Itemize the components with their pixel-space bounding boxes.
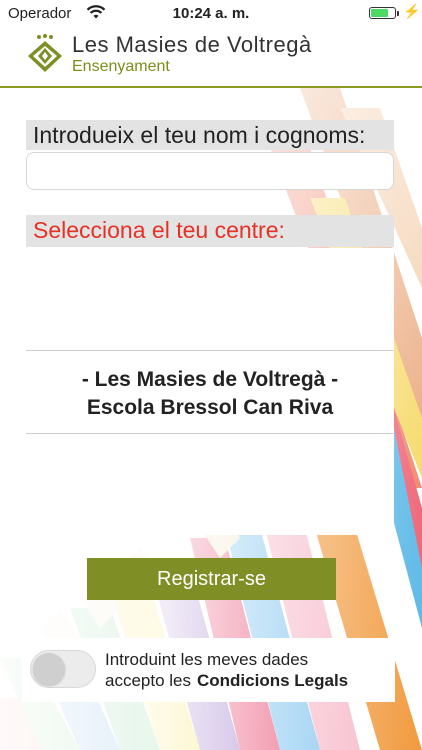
selected-centre-line2: Escola Bressol Can Riva	[86, 396, 334, 419]
charging-icon: ⚡	[403, 3, 421, 19]
legal-consent-text: Introduint les meves dades accepto les Co…	[105, 649, 348, 691]
centre-picker[interactable]: - Les Masies de Voltregà - Escola Bresso…	[26, 248, 394, 535]
app-title: Les Masies de Voltregà	[72, 32, 312, 57]
name-field-label: Introdueix el teu nom i cognoms:	[26, 120, 394, 150]
picker-divider-bottom	[26, 433, 394, 434]
toggle-knob	[33, 653, 65, 685]
app-header: Les Masies de Voltregà Ensenyament	[0, 28, 422, 88]
legal-consent-box: Introduint les meves dades accepto les Co…	[22, 638, 395, 702]
clock: 10:24 a. m.	[172, 5, 250, 22]
selected-centre-option[interactable]: - Les Masies de Voltregà - Escola Bresso…	[26, 366, 394, 422]
battery-icon	[369, 7, 399, 19]
legal-conditions-link[interactable]: Condicions Legals	[197, 671, 348, 690]
register-button[interactable]: Registrar-se	[87, 558, 336, 600]
picker-divider-top	[26, 350, 394, 351]
centre-field-label: Selecciona el teu centre:	[26, 215, 394, 247]
selected-centre-line1: - Les Masies de Voltregà -	[81, 368, 339, 391]
municipal-logo-icon	[28, 34, 62, 72]
legal-text-line1: Introduint les meves dades	[105, 650, 309, 669]
app-subtitle: Ensenyament	[72, 58, 170, 75]
legal-text-line2: accepto les	[105, 671, 191, 690]
status-bar: Operador 10:24 a. m. ⚡	[0, 0, 422, 28]
name-input[interactable]	[26, 152, 394, 190]
legal-consent-toggle[interactable]	[30, 650, 96, 688]
